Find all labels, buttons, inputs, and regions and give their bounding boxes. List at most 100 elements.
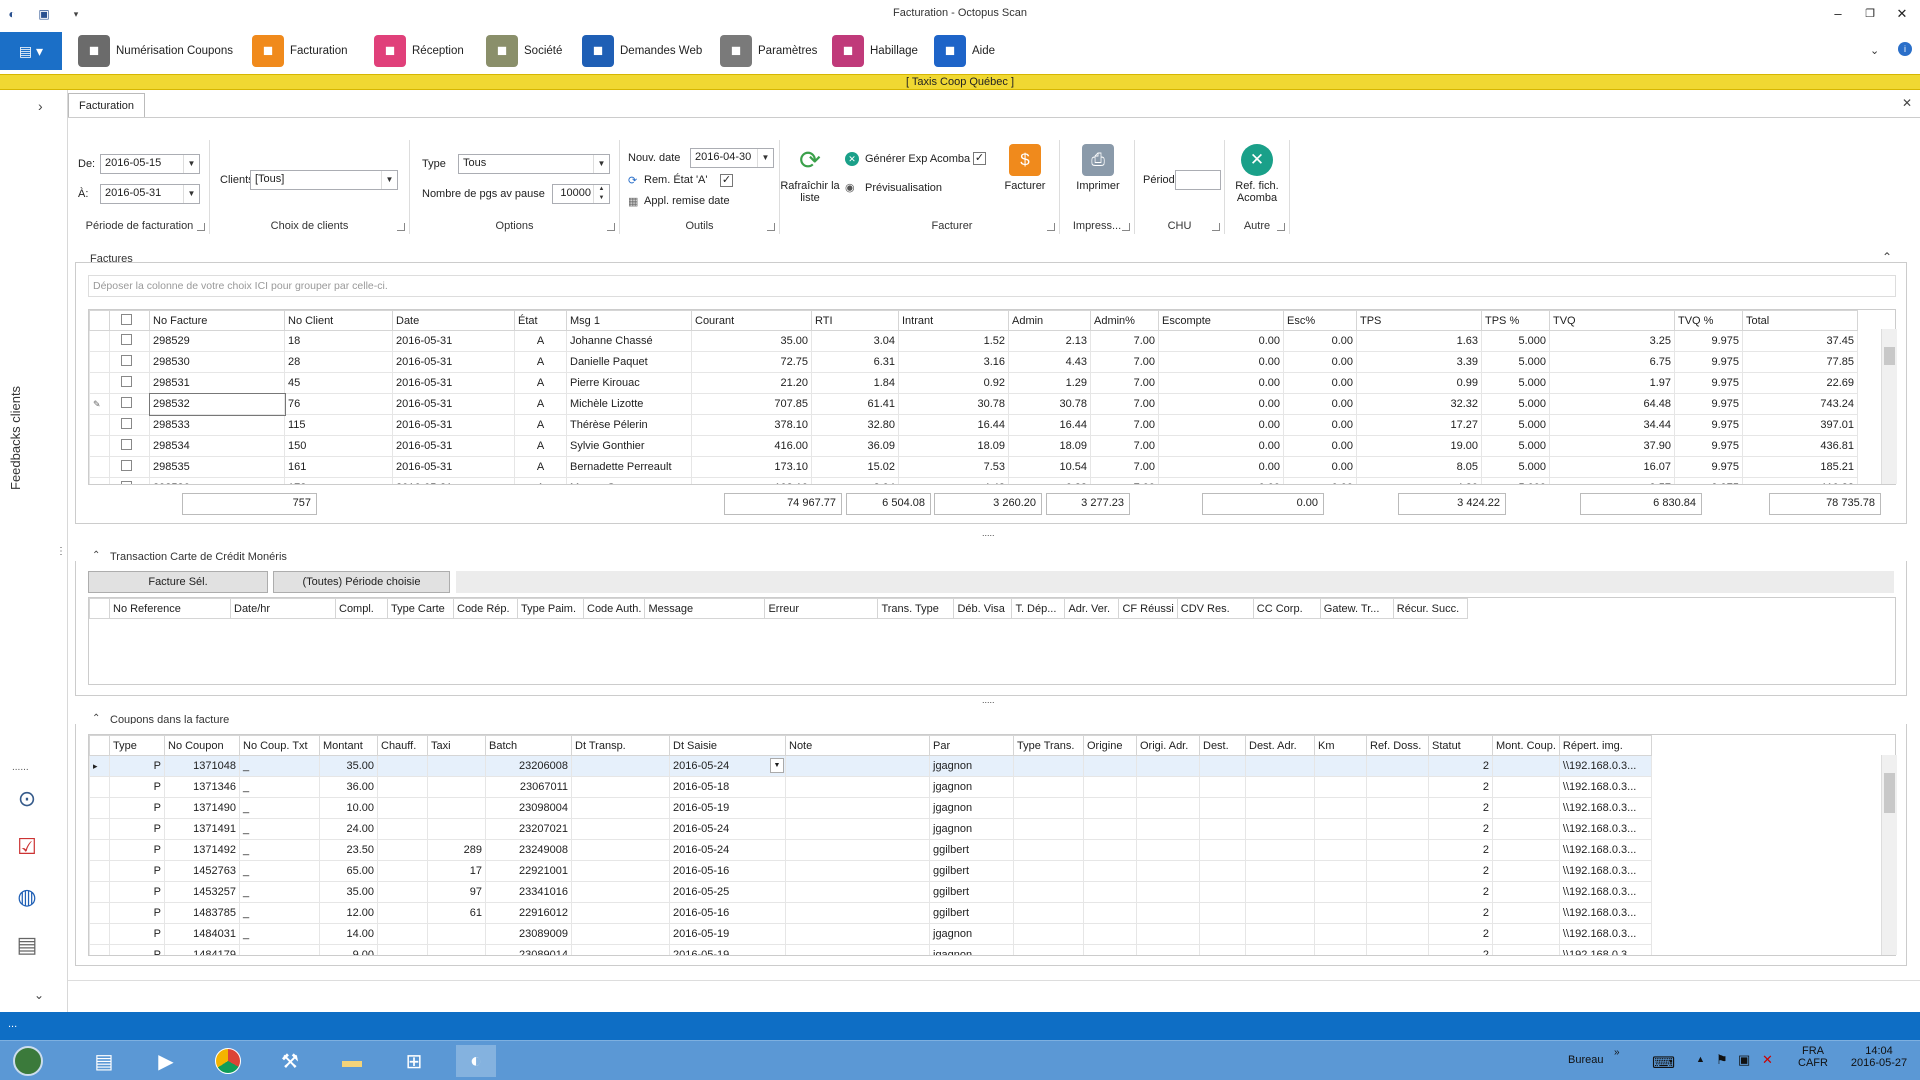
- cell[interactable]: 1371490: [164, 797, 240, 819]
- column-header[interactable]: Dest.: [1199, 735, 1246, 756]
- chevron-down-icon[interactable]: ▼: [757, 149, 773, 167]
- cell[interactable]: [1245, 944, 1315, 955]
- cell[interactable]: Danielle Paquet: [566, 351, 692, 373]
- cell[interactable]: 7.00: [1090, 372, 1159, 394]
- refresh-list-button[interactable]: ⟳ Rafraîchir la liste: [780, 144, 840, 204]
- cell[interactable]: 185.21: [1742, 456, 1858, 478]
- volume-muted-icon[interactable]: ✕: [1762, 1052, 1773, 1068]
- cell[interactable]: [1199, 797, 1246, 819]
- cell[interactable]: 45: [284, 372, 393, 394]
- cell[interactable]: A: [514, 351, 567, 373]
- cell[interactable]: [1366, 818, 1429, 840]
- cell[interactable]: 1.29: [1008, 372, 1091, 394]
- cell[interactable]: 115: [284, 414, 393, 436]
- cell[interactable]: [1136, 797, 1200, 819]
- cell[interactable]: [1366, 944, 1429, 955]
- cell[interactable]: 1.63: [1356, 330, 1482, 352]
- cell[interactable]: 7.00: [1090, 435, 1159, 457]
- clients-select[interactable]: [Tous] ▼: [250, 170, 398, 190]
- cell[interactable]: 2: [1428, 797, 1493, 819]
- info-icon[interactable]: i: [1898, 42, 1912, 56]
- row-checkbox[interactable]: [109, 456, 150, 478]
- cell[interactable]: 7.00: [1090, 414, 1159, 436]
- cell[interactable]: [1314, 839, 1367, 861]
- cell[interactable]: 6.75: [1549, 351, 1675, 373]
- cell[interactable]: [427, 923, 486, 945]
- clock[interactable]: 14:04 2016-05-27: [1846, 1045, 1912, 1069]
- cell[interactable]: \\192.168.0.3...: [1558, 755, 1652, 777]
- cell[interactable]: [1136, 776, 1200, 798]
- cell[interactable]: 77.85: [1742, 351, 1858, 373]
- cell[interactable]: 9.975: [1674, 435, 1743, 457]
- cell[interactable]: [1245, 860, 1315, 882]
- column-header[interactable]: Courant: [691, 310, 812, 331]
- column-header[interactable]: CDV Res.: [1176, 598, 1254, 619]
- cell[interactable]: [377, 923, 428, 945]
- cell[interactable]: 23089009: [485, 923, 572, 945]
- table-row[interactable]: 298529 18 2016-05-31 A Johanne Chassé 35.00 3.…: [89, 330, 1858, 352]
- cell[interactable]: 22916012: [485, 902, 572, 924]
- cell[interactable]: 1453257: [164, 881, 240, 903]
- column-header[interactable]: TVQ: [1549, 310, 1675, 331]
- cell[interactable]: A: [514, 393, 567, 415]
- cell[interactable]: [785, 839, 930, 861]
- row-indicator[interactable]: [89, 797, 110, 819]
- cell[interactable]: 2016-05-25: [669, 881, 786, 903]
- report-icon[interactable]: ▤: [10, 928, 44, 962]
- splitter-handle[interactable]: .....: [982, 528, 995, 538]
- cell[interactable]: [377, 776, 428, 798]
- cell[interactable]: 1452763: [164, 860, 240, 882]
- cell[interactable]: [1245, 881, 1315, 903]
- periode-input[interactable]: [1175, 170, 1221, 190]
- cell[interactable]: 0.00: [1283, 351, 1357, 373]
- cell[interactable]: 5.000: [1481, 351, 1550, 373]
- cell[interactable]: 35.00: [319, 881, 378, 903]
- column-header[interactable]: Note: [785, 735, 930, 756]
- de-date-picker[interactable]: 2016-05-15 ▼: [100, 154, 200, 174]
- chevron-down-icon[interactable]: ▼: [770, 758, 784, 773]
- file-menu-button[interactable]: ▤ ▾: [0, 32, 62, 70]
- cell[interactable]: [1245, 923, 1315, 945]
- cell[interactable]: [1136, 818, 1200, 840]
- cell[interactable]: 10.54: [1008, 456, 1091, 478]
- tab-1[interactable]: ■ Facturation: [252, 34, 348, 68]
- table-row[interactable]: P 1484031 _ 14.00 23089009 2016-05-19 jgagnon 2…: [89, 923, 1652, 945]
- column-header[interactable]: TPS %: [1481, 310, 1550, 331]
- cell[interactable]: [571, 881, 670, 903]
- group-launcher-icon[interactable]: [1122, 223, 1130, 231]
- column-header[interactable]: Type: [109, 735, 165, 756]
- cell[interactable]: [1199, 755, 1246, 777]
- table-row[interactable]: P 1371346 _ 36.00 23067011 2016-05-18 jgagnon 2…: [89, 776, 1652, 798]
- octopus-scan-taskbar-icon[interactable]: ◐: [456, 1045, 496, 1077]
- column-header[interactable]: Dt Saisie: [669, 735, 786, 756]
- cell[interactable]: 1483785: [164, 902, 240, 924]
- cell[interactable]: 3.16: [898, 351, 1009, 373]
- column-header[interactable]: Admin%: [1090, 310, 1159, 331]
- cell[interactable]: [1314, 902, 1367, 924]
- table-row[interactable]: 298530 28 2016-05-31 A Danielle Paquet 72.75 6…: [89, 351, 1858, 373]
- cell[interactable]: [785, 944, 930, 955]
- cell[interactable]: 23.50: [319, 839, 378, 861]
- cell[interactable]: A: [514, 456, 567, 478]
- cell[interactable]: 173: [284, 477, 393, 484]
- type-select[interactable]: Tous ▼: [458, 154, 610, 174]
- cell[interactable]: Manon Guay: [566, 477, 692, 484]
- cell[interactable]: [1013, 881, 1084, 903]
- cell[interactable]: 0.00: [1283, 330, 1357, 352]
- cell[interactable]: [1083, 944, 1137, 955]
- cell[interactable]: [427, 797, 486, 819]
- cell[interactable]: 2: [1428, 776, 1493, 798]
- cell[interactable]: 9.975: [1674, 456, 1743, 478]
- cell[interactable]: [1199, 860, 1246, 882]
- cell[interactable]: [1492, 755, 1560, 777]
- cell[interactable]: [1199, 776, 1246, 798]
- cell[interactable]: [1136, 944, 1200, 955]
- row-indicator[interactable]: [89, 839, 110, 861]
- column-header[interactable]: Origi. Adr.: [1136, 735, 1200, 756]
- tab-2[interactable]: ■ Réception: [374, 34, 464, 68]
- cell[interactable]: 0.00: [1158, 414, 1284, 436]
- cell[interactable]: 2016-05-31: [392, 435, 515, 457]
- table-row[interactable]: ✎ 298532 76 2016-05-31 A Michèle Lizotte 707.8…: [89, 392, 1858, 416]
- cell[interactable]: [1366, 923, 1429, 945]
- row-indicator[interactable]: [89, 818, 110, 840]
